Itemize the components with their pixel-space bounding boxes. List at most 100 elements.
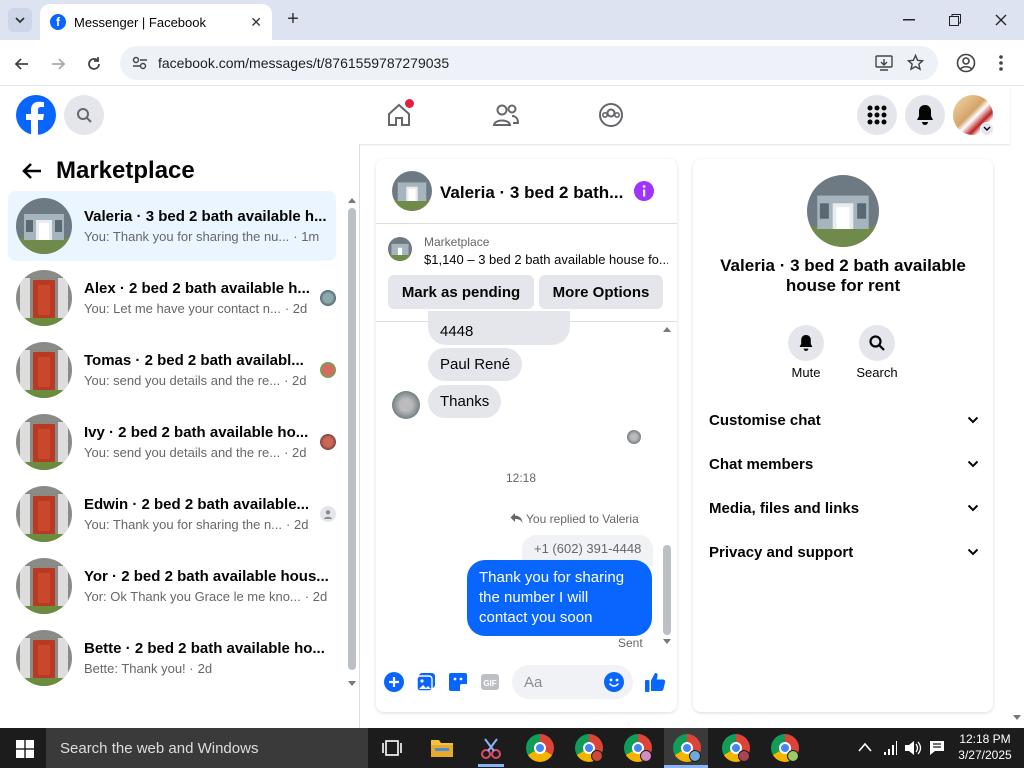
facebook-logo-icon[interactable] [16, 95, 56, 135]
conversation-item[interactable]: Tomas · 2 bed 2 bath availabl... You: se… [8, 335, 336, 405]
task-view-icon[interactable] [382, 739, 402, 757]
friends-icon[interactable] [492, 102, 520, 128]
close-tab-icon[interactable]: ✕ [250, 14, 262, 31]
photo-icon[interactable] [416, 672, 436, 692]
search-in-conversation-button[interactable] [859, 325, 895, 361]
chrome-profile-icon[interactable] [673, 734, 701, 762]
app-active-indicator [478, 764, 504, 767]
bookmark-star-icon[interactable] [907, 54, 924, 71]
conversation-name: Ivy · 2 bed 2 bath available ho... [84, 424, 309, 441]
conversation-time: 2d [197, 661, 213, 676]
conversation-name: Valeria · 3 bed 2 bath available h... [84, 208, 327, 225]
groups-icon[interactable] [598, 102, 624, 128]
menu-button[interactable] [857, 95, 897, 135]
house-thumbnail [16, 198, 72, 254]
section-label: Media, files and links [709, 499, 860, 517]
volume-icon[interactable] [904, 740, 922, 756]
profile-icon[interactable] [956, 53, 976, 73]
info-avatar[interactable] [807, 175, 879, 247]
conversation-name: Bette · 2 bed 2 bath available ho... [84, 640, 325, 657]
reply-icon [510, 513, 523, 523]
url-text: facebook.com/messages/t/8761559787279035 [158, 55, 450, 71]
network-icon[interactable] [882, 740, 898, 756]
conversation-name: Alex · 2 bed 2 bath available h... [84, 280, 310, 297]
conversation-item[interactable]: Ivy · 2 bed 2 bath available ho... You: … [8, 407, 336, 477]
chrome-icon[interactable] [526, 734, 554, 762]
site-settings-icon[interactable] [132, 56, 148, 70]
outgoing-message: Thank you for sharing the number I will … [467, 560, 652, 636]
show-hidden-icons-chevron[interactable] [858, 742, 872, 752]
thumbs-up-icon[interactable] [644, 671, 666, 693]
chrome-profile-icon[interactable] [575, 734, 603, 762]
search-button[interactable] [64, 95, 104, 135]
reload-button[interactable] [82, 52, 106, 76]
restore-icon [949, 14, 961, 26]
seen-avatar [320, 434, 336, 450]
emoji-icon[interactable] [604, 672, 624, 692]
conversation-time: · 2d [284, 445, 307, 460]
scroll-up-arrow[interactable] [347, 196, 357, 206]
customise-chat-section[interactable]: Customise chat [709, 405, 979, 435]
windows-start-icon[interactable] [16, 740, 34, 758]
tab-title: Messenger | Facebook [74, 14, 206, 30]
conversation-item[interactable]: Bette · 2 bed 2 bath available ho... Bet… [8, 623, 336, 693]
minimize-button[interactable] [886, 0, 932, 40]
conversation-item[interactable]: Yor · 2 bed 2 bath available hous... Yor… [8, 551, 336, 621]
chrome-profile-icon[interactable] [722, 734, 750, 762]
mute-label: Mute [791, 365, 821, 380]
media-files-links-section[interactable]: Media, files and links [709, 493, 979, 523]
conversation-preview: You: Thank you for sharing the n... [84, 517, 283, 532]
privacy-support-section[interactable]: Privacy and support [709, 537, 979, 567]
chevron-down-icon [983, 126, 991, 131]
install-app-icon[interactable] [875, 55, 893, 71]
chrome-profile-icon[interactable] [771, 734, 799, 762]
conversation-time: · 1m [293, 229, 320, 244]
chat-members-section[interactable]: Chat members [709, 449, 979, 479]
chat-header-avatar[interactable] [392, 171, 432, 211]
clock-date: 3/27/2025 [958, 748, 1012, 762]
info-icon[interactable] [634, 181, 654, 201]
browser-tab-messenger[interactable]: f Messenger | Facebook ✕ [40, 4, 272, 40]
scroll-down-arrow[interactable] [662, 638, 672, 646]
sender-avatar[interactable] [392, 391, 420, 419]
conversation-preview: You: send you details and the re... [84, 373, 281, 388]
forward-button[interactable] [46, 52, 70, 76]
conversation-item[interactable]: Alex · 2 bed 2 bath available h... You: … [8, 263, 336, 333]
notifications-button[interactable] [905, 95, 945, 135]
mark-as-pending-button[interactable]: Mark as pending [388, 275, 534, 309]
house-thumbnail [16, 486, 72, 542]
taskbar-search-box[interactable]: Search the web and Windows [46, 728, 368, 768]
scroll-down-arrow[interactable] [347, 680, 357, 690]
plus-circle-icon[interactable] [384, 672, 404, 692]
tab-search-dropdown[interactable] [8, 8, 32, 32]
conversation-scrollbar-thumb[interactable] [348, 208, 356, 670]
sticker-icon[interactable] [448, 672, 468, 692]
chat-header-title[interactable]: Valeria · 3 bed 2 bath... [440, 183, 623, 203]
system-clock[interactable]: 12:18 PM 3/27/2025 [955, 731, 1015, 763]
conversation-item[interactable]: Edwin · 2 bed 2 bath available... You: T… [8, 479, 336, 549]
arrow-left-icon [14, 58, 28, 70]
new-tab-button[interactable]: + [282, 8, 304, 30]
chat-panel: Valeria · 3 bed 2 bath... Marketplace $1… [376, 159, 677, 712]
mute-button[interactable] [788, 325, 824, 361]
file-explorer-icon[interactable] [430, 737, 454, 759]
browser-menu-icon[interactable] [998, 54, 1004, 72]
message-input[interactable]: Aa [512, 665, 633, 699]
action-center-icon[interactable] [929, 740, 945, 756]
scroll-up-arrow[interactable] [662, 325, 672, 333]
restore-button[interactable] [932, 0, 978, 40]
more-options-button[interactable]: More Options [539, 275, 663, 309]
address-bar[interactable]: facebook.com/messages/t/8761559787279035 [120, 46, 938, 80]
back-button[interactable] [10, 52, 34, 76]
close-window-button[interactable] [978, 0, 1024, 40]
snipping-tool-icon[interactable] [478, 736, 504, 762]
section-label: Chat members [709, 455, 814, 473]
chrome-profile-icon[interactable] [624, 734, 652, 762]
back-arrow-icon[interactable] [21, 161, 43, 181]
conversation-item[interactable]: Valeria · 3 bed 2 bath available h... Yo… [8, 191, 336, 261]
account-dropdown[interactable] [980, 122, 994, 136]
page-scroll-down-arrow[interactable] [1012, 714, 1022, 722]
listing-title[interactable]: $1,140 – 3 bed 2 bath available house fo… [424, 252, 668, 267]
chat-scrollbar-thumb[interactable] [663, 545, 671, 635]
gif-icon[interactable]: GIF [480, 672, 500, 692]
